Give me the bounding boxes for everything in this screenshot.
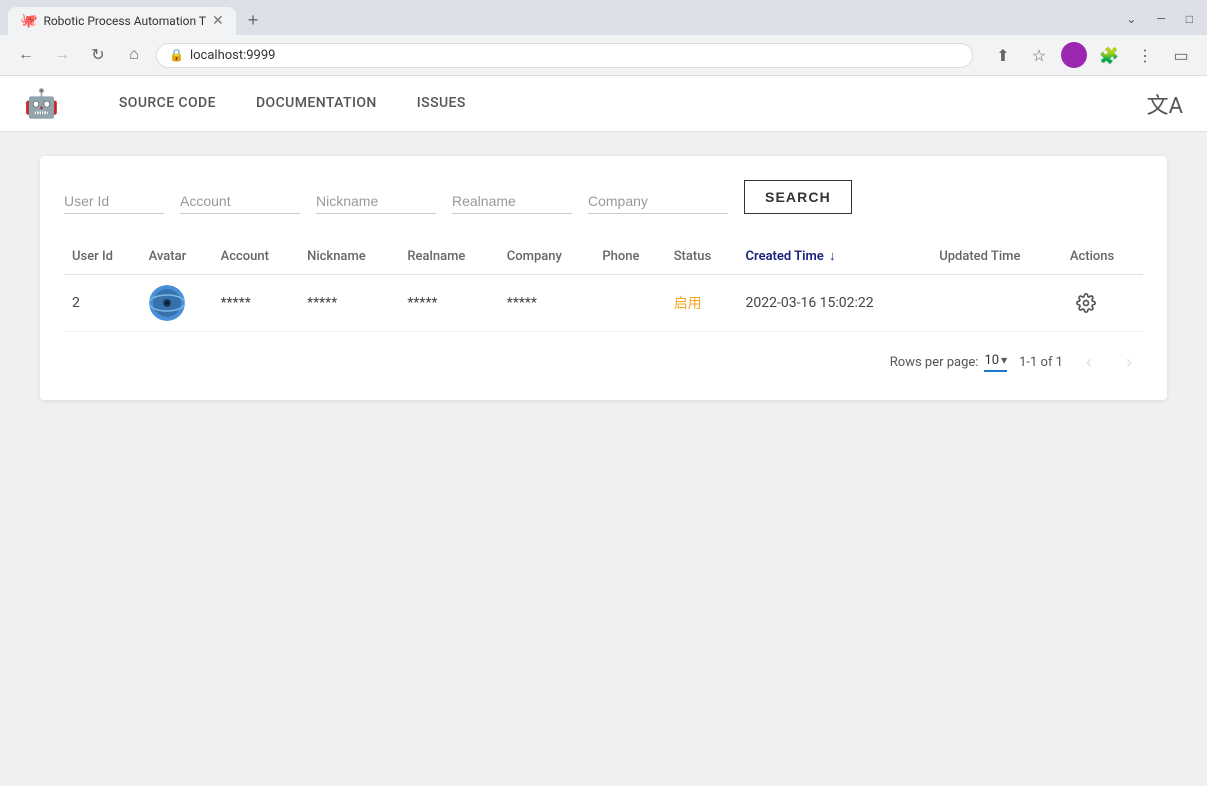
profile-avatar[interactable]	[1061, 42, 1087, 68]
url-text: localhost:9999	[190, 48, 960, 63]
tab-title: Robotic Process Automation T	[43, 14, 206, 28]
search-row: SEARCH	[64, 180, 1143, 214]
sidebar-toggle-icon[interactable]: ▭	[1167, 41, 1195, 69]
window-chevron-icon[interactable]: ⌄	[1120, 10, 1142, 28]
main-content: SEARCH User Id Avatar Account Nickname R…	[0, 132, 1207, 424]
tab-close-button[interactable]: ✕	[212, 13, 224, 29]
col-updated-time: Updated Time	[931, 238, 1062, 275]
col-nickname: Nickname	[299, 238, 399, 275]
cell-realname: *****	[399, 275, 498, 332]
sort-arrow-icon: ↓	[829, 248, 836, 264]
nickname-field	[316, 189, 436, 214]
nav-home-button[interactable]: ⌂	[120, 41, 148, 69]
nav-source-code[interactable]: SOURCE CODE	[99, 77, 236, 131]
cell-account: *****	[213, 275, 299, 332]
data-card: SEARCH User Id Avatar Account Nickname R…	[40, 156, 1167, 400]
rows-per-page-label: Rows per page:	[890, 355, 979, 370]
next-page-button[interactable]: ›	[1115, 348, 1143, 376]
cell-created-time: 2022-03-16 15:02:22	[738, 275, 932, 332]
realname-input[interactable]	[452, 189, 572, 214]
nav-documentation[interactable]: DOCUMENTATION	[236, 77, 397, 131]
tab-bar: 🐙 Robotic Process Automation T ✕ + ⌄ — □	[0, 0, 1207, 35]
users-table: User Id Avatar Account Nickname Realname…	[64, 238, 1143, 332]
table-row: 2 ***** *****	[64, 275, 1143, 332]
table-header: User Id Avatar Account Nickname Realname…	[64, 238, 1143, 275]
address-bar: ← → ↻ ⌂ 🔒 localhost:9999 ⬆ ☆ 🧩 ⋮ ▭	[0, 35, 1207, 75]
col-account: Account	[213, 238, 299, 275]
action-button[interactable]	[1070, 287, 1102, 319]
avatar-image	[149, 285, 185, 321]
robot-icon: 🤖	[24, 87, 59, 120]
pagination-row: Rows per page: 10 ▾ 1-1 of 1 ‹ ›	[64, 348, 1143, 376]
realname-field	[452, 189, 572, 214]
col-phone: Phone	[594, 238, 665, 275]
window-minimize-button[interactable]: —	[1150, 10, 1171, 28]
search-button[interactable]: SEARCH	[744, 180, 852, 214]
user-id-field	[64, 189, 164, 214]
extension-icon[interactable]: 🧩	[1095, 41, 1123, 69]
new-tab-button[interactable]: +	[240, 6, 267, 35]
status-badge: 启用	[674, 296, 702, 312]
col-created-time[interactable]: Created Time ↓	[738, 238, 932, 275]
bookmark-icon[interactable]: ☆	[1025, 41, 1053, 69]
per-page-select[interactable]: 10 ▾	[984, 353, 1007, 372]
cell-actions	[1062, 275, 1143, 332]
table-body: 2 ***** *****	[64, 275, 1143, 332]
col-actions: Actions	[1062, 238, 1143, 275]
per-page-value: 10	[984, 353, 999, 368]
prev-page-button[interactable]: ‹	[1075, 348, 1103, 376]
translate-icon[interactable]: 文A	[1147, 88, 1183, 120]
settings-icon	[1076, 293, 1096, 313]
active-tab[interactable]: 🐙 Robotic Process Automation T ✕	[8, 7, 236, 35]
app-nav: SOURCE CODE DOCUMENTATION ISSUES	[99, 77, 1147, 130]
lock-icon: 🔒	[169, 48, 184, 62]
nickname-input[interactable]	[316, 189, 436, 214]
cell-nickname: *****	[299, 275, 399, 332]
col-status: Status	[666, 238, 738, 275]
col-company: Company	[499, 238, 595, 275]
cell-phone	[594, 275, 665, 332]
nav-back-button[interactable]: ←	[12, 41, 40, 69]
window-controls: ⌄ — □	[1120, 10, 1199, 32]
company-input[interactable]	[588, 189, 728, 214]
toolbar-icons: ⬆ ☆ 🧩 ⋮ ▭	[989, 41, 1195, 69]
browser-chrome: 🐙 Robotic Process Automation T ✕ + ⌄ — □…	[0, 0, 1207, 76]
cell-company: *****	[499, 275, 595, 332]
url-bar[interactable]: 🔒 localhost:9999	[156, 43, 973, 68]
account-input[interactable]	[180, 189, 300, 214]
cell-avatar	[141, 275, 213, 332]
cell-status: 启用	[666, 275, 738, 332]
app-logo: 🤖	[24, 87, 59, 120]
col-avatar: Avatar	[141, 238, 213, 275]
menu-icon[interactable]: ⋮	[1131, 41, 1159, 69]
cell-updated-time	[931, 275, 1062, 332]
nav-issues[interactable]: ISSUES	[397, 77, 486, 131]
share-icon[interactable]: ⬆	[989, 41, 1017, 69]
tab-favicon: 🐙	[20, 13, 37, 29]
nav-forward-button[interactable]: →	[48, 41, 76, 69]
col-user-id: User Id	[64, 238, 141, 275]
col-realname: Realname	[399, 238, 498, 275]
rows-per-page: Rows per page: 10 ▾	[890, 353, 1007, 372]
company-field	[588, 189, 728, 214]
user-id-input[interactable]	[64, 189, 164, 214]
page-info: 1-1 of 1	[1019, 355, 1063, 370]
app-header: 🤖 SOURCE CODE DOCUMENTATION ISSUES 文A	[0, 76, 1207, 132]
nav-refresh-button[interactable]: ↻	[84, 41, 112, 69]
per-page-dropdown-icon: ▾	[1001, 353, 1007, 367]
account-field	[180, 189, 300, 214]
window-maximize-button[interactable]: □	[1180, 10, 1199, 28]
cell-user-id: 2	[64, 275, 141, 332]
